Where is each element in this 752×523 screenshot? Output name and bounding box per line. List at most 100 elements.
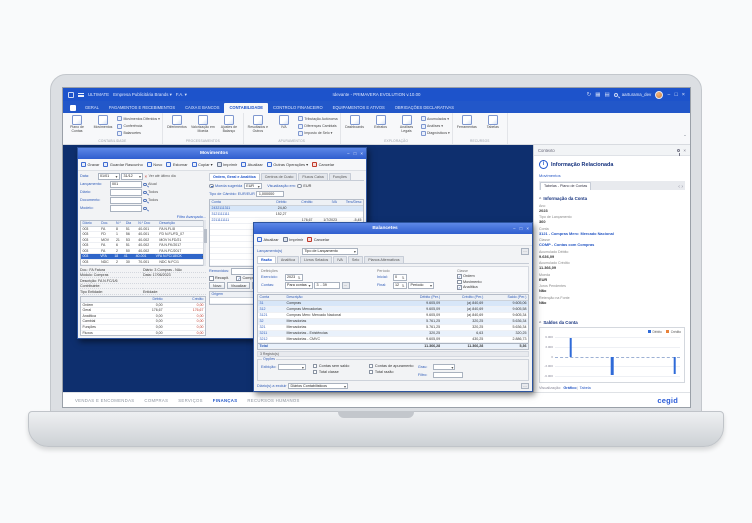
column-header[interactable]: Descrição <box>285 295 398 300</box>
toolbar-button[interactable]: Cancelar <box>307 237 329 242</box>
exchange-rate-input[interactable]: 1,000000 <box>256 190 285 197</box>
ribbon-item[interactable]: Resultados e Outros <box>246 114 270 134</box>
clear-date-icon[interactable]: × <box>145 174 148 179</box>
column-header[interactable]: Diário <box>81 221 100 226</box>
toolbar-button[interactable]: Imprimir <box>216 162 237 167</box>
pin-icon[interactable] <box>676 148 681 155</box>
column-header[interactable]: Terc/Desc <box>338 200 362 205</box>
date-to-input[interactable]: 31/12 <box>121 173 143 180</box>
ribbon-tabs-item[interactable]: CAIXA E BANCOS <box>180 103 224 113</box>
ribbon-item[interactable]: Tabelas <box>481 114 505 130</box>
ribbon-tabs-item[interactable]: CONTROLO FINANCEIRO <box>268 103 328 113</box>
ribbon-item[interactable]: Plano de Contas <box>65 114 89 134</box>
checkbox[interactable] <box>312 369 318 374</box>
company-selector[interactable]: Empresa Publicitária Brands ▾ <box>113 92 172 98</box>
lookup-icon[interactable] <box>143 190 147 194</box>
balancetes-titlebar[interactable]: Balancetes − □ × <box>254 223 532 234</box>
sync-icon[interactable]: ↻ <box>587 92 592 98</box>
checkbox[interactable] <box>368 363 374 368</box>
movimentos-list-grid[interactable]: Diário Doc. N.º Dia N.º Doc Descrição 003 FA 8 51… <box>80 220 206 266</box>
module-nav-item[interactable]: FINANÇAS <box>213 398 238 403</box>
minimize-button[interactable]: − <box>667 92 670 98</box>
context-tab[interactable]: Tabelas - Plano de Contas <box>540 182 592 190</box>
field-input[interactable] <box>109 197 142 204</box>
visualizar-button[interactable]: Visualizar <box>226 282 251 289</box>
recapit-checkbox[interactable] <box>209 276 214 281</box>
balancetes-tabs-item[interactable]: Planos Alternativos <box>364 256 404 263</box>
checkbox[interactable] <box>457 274 462 279</box>
more-options-button[interactable]: … <box>521 248 529 255</box>
lookup-icon[interactable] <box>143 206 147 210</box>
ribbon-item-small[interactable]: Imposto de Selo ▾ <box>297 130 338 136</box>
date-from-input[interactable]: 01/01 <box>97 173 120 180</box>
lookup-icon[interactable] <box>143 198 147 202</box>
entry-tabs-item[interactable]: Funções <box>328 173 351 180</box>
ribbon-item-small[interactable]: Acumulados ▾ <box>420 116 450 122</box>
toolbar-button[interactable]: Gravar <box>81 162 99 167</box>
minimize-button[interactable]: − <box>513 226 516 231</box>
balancetes-tabs-item[interactable]: IVA <box>333 256 347 263</box>
movimentos-titlebar[interactable]: Movimentos − □ × <box>78 148 366 159</box>
module-nav-item[interactable]: COMPRAS <box>144 398 168 403</box>
novo-button[interactable]: Novo <box>209 282 226 289</box>
balancetes-tabs-item[interactable]: Analítica <box>276 256 300 263</box>
column-header[interactable]: Débito <box>123 297 164 302</box>
collapse-section-icon[interactable]: ^ <box>539 196 541 201</box>
field-input[interactable]: 001 <box>109 181 142 188</box>
maximize-button[interactable]: □ <box>674 92 677 98</box>
balancetes-tabs-item[interactable]: Livros Selados <box>300 256 333 263</box>
ribbon-item[interactable]: Ferramentas <box>455 114 479 130</box>
suggested-currency-radio[interactable] <box>209 183 214 188</box>
column-header[interactable]: Conta <box>258 295 285 300</box>
final-spinner[interactable]: 12 <box>392 282 407 289</box>
column-header[interactable]: IVA <box>314 200 338 205</box>
grau-select[interactable] <box>433 363 456 370</box>
view-eur-radio[interactable] <box>297 183 302 188</box>
column-header[interactable]: Conta <box>210 200 262 205</box>
balancetes-tabs-item[interactable]: Selo <box>347 256 364 263</box>
ribbon-item-small[interactable]: Diagnósticos ▾ <box>420 130 450 136</box>
toolbar-button[interactable]: Atualizar <box>257 237 279 242</box>
apps-grid-icon[interactable]: ▦ <box>595 92 600 98</box>
column-header[interactable]: Descrição <box>158 221 205 226</box>
table-row[interactable]: Total 11.366,28 11.366,28 5,36 <box>258 343 528 349</box>
tipo-lancamento-select[interactable]: Tipo de Lançamento <box>301 248 358 255</box>
tab-scroll-chevrons[interactable]: ‹ › <box>678 184 685 190</box>
exibicao-select[interactable] <box>277 363 306 370</box>
view-switcher-item[interactable]: Gráfico <box>563 386 576 390</box>
close-button[interactable]: × <box>360 151 363 156</box>
avatar[interactable] <box>655 90 664 99</box>
vertical-scrollbar[interactable] <box>203 220 207 266</box>
ribbon-item[interactable]: Ajustes de Balanço <box>217 114 241 134</box>
minimize-button[interactable]: − <box>347 151 350 156</box>
maximize-button[interactable]: □ <box>520 226 523 231</box>
balancetes-tabs-item[interactable]: Razão <box>257 256 276 263</box>
toolbar-button[interactable]: Estornar <box>166 162 188 167</box>
ribbon-item[interactable]: Valorização em Moeda <box>191 114 215 134</box>
toolbar-button[interactable]: Copiar ▾ <box>191 162 213 167</box>
field-input[interactable] <box>109 189 142 196</box>
column-header[interactable]: Crédito (Per.) <box>442 295 485 300</box>
inicial-spinner[interactable]: 0 <box>392 274 407 281</box>
column-header[interactable]: N.º <box>114 221 124 226</box>
balancetes-window[interactable]: Balancetes − □ × Atualizar Imprimir Cancel… <box>253 222 533 392</box>
toolbar-button[interactable]: Imprimir <box>282 237 303 242</box>
ribbon-item-small[interactable]: Movimentos Diferidos ▾ <box>117 116 160 122</box>
toolbar-button[interactable]: Atualizar <box>241 162 263 167</box>
exercicio-spinner[interactable]: 2023 <box>284 274 303 281</box>
ribbon-item-small[interactable]: Conferência <box>117 123 160 129</box>
close-icon[interactable]: × <box>683 148 686 153</box>
final-unit-select[interactable]: Período <box>408 282 434 289</box>
exclude-picker-button[interactable]: … <box>521 382 529 389</box>
contas-mode-select[interactable]: Para contas <box>284 282 313 289</box>
ribbon-tabs-item[interactable]: GERAL <box>80 103 104 113</box>
ribbon-item-small[interactable]: Análises ▾ <box>420 123 450 129</box>
collapse-ribbon-icon[interactable]: ˆ <box>684 136 686 142</box>
ribbon-tabs-item[interactable]: CONTABILIDADE <box>224 103 269 113</box>
currency-select[interactable]: EUR <box>243 182 262 189</box>
exclude-diarios-select[interactable]: Diários Contabilísticos <box>288 382 349 389</box>
lookup-icon[interactable] <box>143 182 147 186</box>
column-header[interactable]: Crédito <box>288 200 314 205</box>
ribbon-item[interactable]: Diferimentos <box>165 114 189 130</box>
checkbox[interactable] <box>457 279 462 284</box>
